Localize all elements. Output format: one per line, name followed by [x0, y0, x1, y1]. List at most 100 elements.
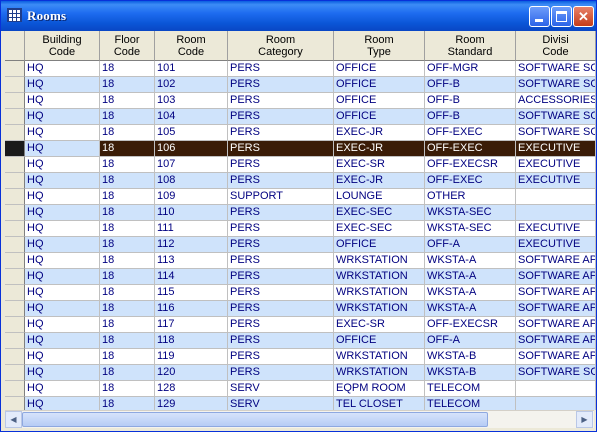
table-cell[interactable] — [516, 189, 596, 205]
table-cell[interactable]: SOFTWARE SOL — [516, 365, 596, 381]
table-cell[interactable] — [516, 205, 596, 221]
table-cell[interactable]: HQ — [25, 317, 100, 333]
table-cell[interactable]: 111 — [155, 221, 228, 237]
table-row[interactable]: HQ18105PERSEXEC-JROFF-EXECSOFTWARE SOL — [5, 125, 596, 141]
table-cell[interactable]: 18 — [100, 221, 155, 237]
table-cell[interactable]: SOFTWARE APP — [516, 317, 596, 333]
table-cell[interactable]: WKSTA-SEC — [425, 221, 516, 237]
row-selector[interactable] — [5, 221, 25, 237]
table-cell[interactable]: SOFTWARE SOL — [516, 77, 596, 93]
row-selector[interactable] — [5, 205, 25, 221]
row-selector[interactable] — [5, 173, 25, 189]
table-row[interactable]: HQ 18 109 SUPPORT LOUNGE OTHER — [5, 189, 596, 205]
table-cell[interactable]: HQ — [25, 61, 100, 77]
table-cell[interactable]: 119 — [155, 349, 228, 365]
table-cell[interactable]: 112 — [155, 237, 228, 253]
table-cell[interactable]: PERS — [228, 221, 334, 237]
table-row[interactable]: HQ18101PERSOFFICEOFF-MGRSOFTWARE SOL — [5, 61, 596, 77]
table-cell[interactable]: EXECUTIVE — [516, 221, 596, 237]
scroll-left-button[interactable]: ◀ — [5, 411, 22, 428]
table-cell[interactable]: HQ — [25, 93, 100, 109]
row-selector[interactable] — [5, 237, 25, 253]
table-cell[interactable]: OFFICE — [334, 77, 425, 93]
table-cell[interactable]: HQ — [25, 333, 100, 349]
table-cell[interactable]: SOFTWARE SOL — [516, 61, 596, 77]
table-cell[interactable]: 118 — [155, 333, 228, 349]
table-cell[interactable]: SERV — [228, 381, 334, 397]
table-cell[interactable]: PERS — [228, 365, 334, 381]
table-cell[interactable]: EXEC-SR — [334, 157, 425, 173]
table-cell[interactable]: EXEC-SR — [334, 317, 425, 333]
table-row[interactable]: HQ 18 119 PERS WRKSTATION WKSTA-B SOFTWARE APP — [5, 349, 596, 365]
table-row[interactable]: HQ 18 114 PERS WRKSTATION WKSTA-A SOFTWARE APP — [5, 269, 596, 285]
table-cell[interactable]: 18 — [100, 381, 155, 397]
table-cell[interactable]: OFF-B — [425, 109, 516, 125]
table-cell[interactable]: PERS — [228, 61, 334, 77]
table-cell[interactable]: WRKSTATION — [334, 365, 425, 381]
column-header[interactable]: Floor Code — [100, 31, 155, 61]
table-cell[interactable]: WRKSTATION — [334, 301, 425, 317]
table-cell[interactable]: SERV — [228, 397, 334, 410]
table-cell[interactable]: SUPPORT — [228, 189, 334, 205]
table-row[interactable]: HQ 18 103 PERS OFFICE OFF-B ACCESSORIES — [5, 93, 596, 109]
table-cell[interactable]: EXEC-SEC — [334, 205, 425, 221]
table-cell[interactable] — [516, 397, 596, 410]
table-cell[interactable]: 109 — [155, 189, 228, 205]
column-header[interactable]: Room Category — [228, 31, 334, 61]
table-cell[interactable]: 104 — [155, 109, 228, 125]
column-header[interactable]: Building Code — [25, 31, 100, 61]
table-row[interactable]: HQ 18 107 PERS EXEC-SR OFF-EXECSR EXECUTIVE — [5, 157, 596, 173]
table-row[interactable]: HQ 18 129 SERV TEL CLOSET TELECOM — [5, 397, 596, 410]
scroll-right-button[interactable]: ▶ — [576, 411, 593, 428]
table-cell[interactable]: PERS — [228, 141, 334, 157]
rooms-grid[interactable]: Building Code Floor Code Room Code Room Cat… — [5, 31, 596, 410]
table-cell[interactable]: OFF-EXEC — [425, 141, 516, 157]
table-cell[interactable]: 18 — [100, 141, 155, 157]
title-bar[interactable]: Rooms ✕ — [1, 1, 596, 31]
table-cell[interactable]: SOFTWARE SOL — [516, 109, 596, 125]
row-selector[interactable] — [5, 317, 25, 333]
table-cell[interactable]: SOFTWARE APP — [516, 269, 596, 285]
table-cell[interactable]: PERS — [228, 237, 334, 253]
table-cell[interactable]: 113 — [155, 253, 228, 269]
table-cell[interactable]: 18 — [100, 365, 155, 381]
column-header[interactable]: Divisi Code — [516, 31, 596, 61]
table-cell[interactable]: HQ — [25, 221, 100, 237]
table-cell[interactable]: OFFICE — [334, 93, 425, 109]
table-cell[interactable]: 18 — [100, 61, 155, 77]
table-cell[interactable]: OFFICE — [334, 109, 425, 125]
table-cell[interactable]: 18 — [100, 349, 155, 365]
table-cell[interactable]: HQ — [25, 157, 100, 173]
table-cell[interactable]: WKSTA-B — [425, 365, 516, 381]
table-cell[interactable]: SOFTWARE APP — [516, 333, 596, 349]
table-cell[interactable]: OFF-A — [425, 237, 516, 253]
row-selector[interactable] — [5, 141, 25, 157]
table-cell[interactable]: 128 — [155, 381, 228, 397]
table-cell[interactable]: 105 — [155, 125, 228, 141]
row-selector[interactable] — [5, 77, 25, 93]
table-cell[interactable]: EXECUTIVE — [516, 173, 596, 189]
table-cell[interactable]: HQ — [25, 397, 100, 410]
table-cell[interactable]: OTHER — [425, 189, 516, 205]
table-cell[interactable]: 18 — [100, 77, 155, 93]
table-cell[interactable]: OFF-EXECSR — [425, 317, 516, 333]
table-cell[interactable]: EXEC-SEC — [334, 221, 425, 237]
table-cell[interactable]: HQ — [25, 109, 100, 125]
table-cell[interactable]: ACCESSORIES — [516, 93, 596, 109]
table-cell[interactable]: WKSTA-A — [425, 285, 516, 301]
table-cell[interactable]: WKSTA-A — [425, 253, 516, 269]
table-cell[interactable]: PERS — [228, 301, 334, 317]
row-selector[interactable] — [5, 269, 25, 285]
table-cell[interactable]: HQ — [25, 285, 100, 301]
row-selector[interactable] — [5, 61, 25, 77]
table-cell[interactable]: OFF-B — [425, 93, 516, 109]
table-cell[interactable]: OFFICE — [334, 61, 425, 77]
table-cell[interactable]: PERS — [228, 125, 334, 141]
table-cell[interactable]: SOFTWARE APP — [516, 253, 596, 269]
table-cell[interactable]: EXEC-JR — [334, 125, 425, 141]
table-cell[interactable]: 18 — [100, 205, 155, 221]
table-cell[interactable]: 18 — [100, 317, 155, 333]
column-header[interactable]: Room Standard — [425, 31, 516, 61]
table-cell[interactable]: PERS — [228, 269, 334, 285]
table-cell[interactable]: OFF-EXEC — [425, 125, 516, 141]
